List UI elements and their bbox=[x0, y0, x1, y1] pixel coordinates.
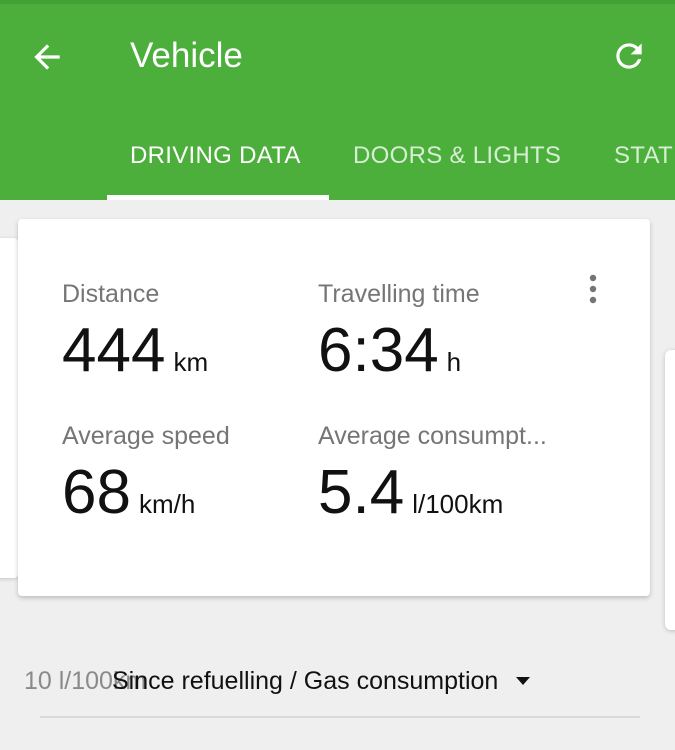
distance-label: Distance bbox=[62, 280, 160, 308]
travel-time-label: Travelling time bbox=[318, 280, 480, 308]
travel-time-number: 6:34 bbox=[318, 316, 439, 385]
page-title: Vehicle bbox=[130, 36, 243, 75]
status-strip bbox=[0, 0, 675, 4]
tab-indicator bbox=[107, 195, 329, 200]
driving-data-card bbox=[18, 219, 650, 596]
dropdown-arrow-icon bbox=[516, 677, 531, 685]
app-bar: Vehicle DRIVING DATA DOORS & LIGHTS STAT bbox=[0, 0, 675, 200]
distance-number: 444 bbox=[62, 316, 166, 385]
distance-unit: km bbox=[173, 347, 209, 377]
chart-selector[interactable]: Since refuelling / Gas consumption bbox=[112, 664, 531, 698]
average-speed-number: 68 bbox=[62, 458, 131, 527]
previous-card[interactable] bbox=[0, 238, 18, 578]
average-speed-label: Average speed bbox=[62, 422, 230, 450]
average-consumption-number: 5.4 bbox=[318, 458, 405, 527]
average-consumption-value: 5.4 l/100km bbox=[318, 460, 503, 526]
refresh-icon[interactable] bbox=[610, 37, 648, 75]
travel-time-value: 6:34 h bbox=[318, 318, 461, 384]
more-vert-icon[interactable] bbox=[586, 272, 600, 308]
average-speed-unit: km/h bbox=[138, 489, 196, 519]
next-card[interactable] bbox=[665, 350, 675, 630]
travel-time-unit: h bbox=[446, 347, 462, 377]
average-speed-value: 68 km/h bbox=[62, 460, 195, 526]
divider bbox=[40, 716, 640, 718]
arrow-back-icon[interactable] bbox=[28, 38, 66, 76]
average-consumption-label: Average consumpt... bbox=[318, 422, 547, 450]
distance-value: 444 km bbox=[62, 318, 208, 384]
average-consumption-unit: l/100km bbox=[412, 489, 504, 519]
chart-selector-label: Since refuelling / Gas consumption bbox=[112, 666, 499, 695]
tab-driving-data[interactable]: DRIVING DATA bbox=[130, 138, 301, 174]
tab-status[interactable]: STAT bbox=[614, 138, 673, 174]
tab-doors-lights[interactable]: DOORS & LIGHTS bbox=[353, 138, 561, 174]
